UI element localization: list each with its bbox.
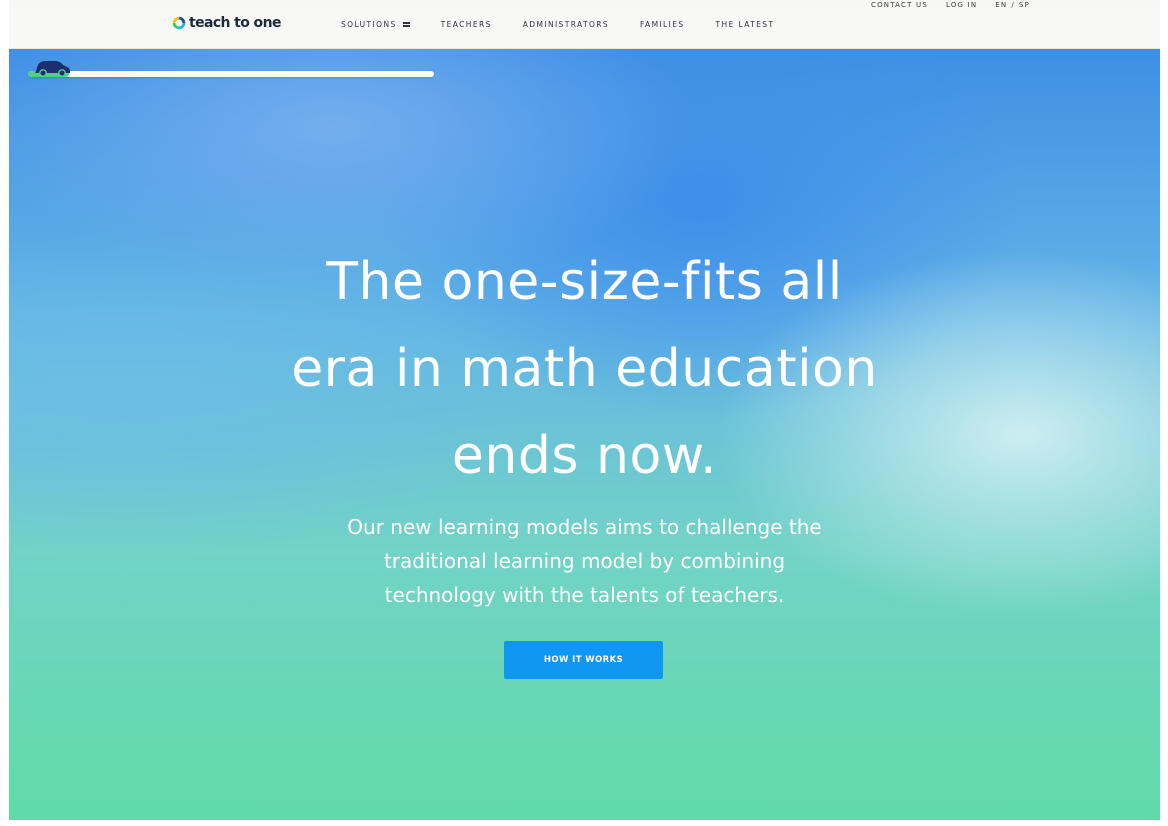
log-in-link[interactable]: LOG IN	[946, 1, 977, 9]
nav-solutions-label: SOLUTIONS	[341, 20, 397, 29]
nav-families[interactable]: FAMILIES	[640, 20, 685, 29]
hero-headline: The one-size-fits all era in math educat…	[9, 239, 1160, 500]
nav-teachers[interactable]: TEACHERS	[441, 20, 492, 29]
subtext-line-3: technology with the talents of teachers.	[384, 583, 785, 607]
utility-bar: CONTACT US LOG IN EN / SP	[871, 0, 1030, 10]
site-header: teach to one SOLUTIONS TEACHERS ADMINIST…	[9, 10, 1160, 49]
contact-us-link[interactable]: CONTACT US	[871, 1, 928, 9]
nav-administrators-label: ADMINISTRATORS	[522, 20, 610, 29]
how-it-works-button[interactable]: HOW IT WORKS	[504, 641, 663, 679]
logo-ring-icon	[172, 16, 186, 30]
main-nav: SOLUTIONS TEACHERS ADMINISTRATORS FAMILI…	[341, 20, 805, 29]
language-switcher: EN / SP	[995, 1, 1030, 9]
nav-families-label: FAMILIES	[640, 20, 685, 29]
page-frame: CONTACT US LOG IN EN / SP teach to one S…	[9, 0, 1160, 820]
lang-separator: /	[1011, 1, 1015, 9]
lang-sp-link[interactable]: SP	[1019, 1, 1030, 9]
nav-administrators[interactable]: ADMINISTRATORS	[523, 20, 609, 29]
hero-section: The one-size-fits all era in math educat…	[9, 49, 1160, 820]
headline-line-1: The one-size-fits all	[326, 251, 843, 312]
logo-text: teach to one	[189, 15, 281, 31]
logo[interactable]: teach to one	[172, 15, 281, 31]
car-icon	[35, 61, 70, 77]
nav-the-latest[interactable]: THE LATEST	[716, 20, 775, 29]
lang-en-link[interactable]: EN	[995, 1, 1007, 9]
menu-icon	[402, 22, 410, 27]
hero-subtext: Our new learning models aims to challeng…	[9, 510, 1160, 612]
nav-teachers-label: TEACHERS	[440, 20, 492, 29]
headline-line-2: era in math education	[291, 338, 878, 399]
subtext-line-1: Our new learning models aims to challeng…	[347, 515, 822, 539]
headline-line-3: ends now.	[451, 425, 718, 486]
nav-solutions[interactable]: SOLUTIONS	[341, 20, 410, 29]
nav-the-latest-label: THE LATEST	[715, 20, 775, 29]
subtext-line-2: traditional learning model by combining	[383, 549, 786, 573]
scroll-progress-bar	[28, 71, 434, 77]
